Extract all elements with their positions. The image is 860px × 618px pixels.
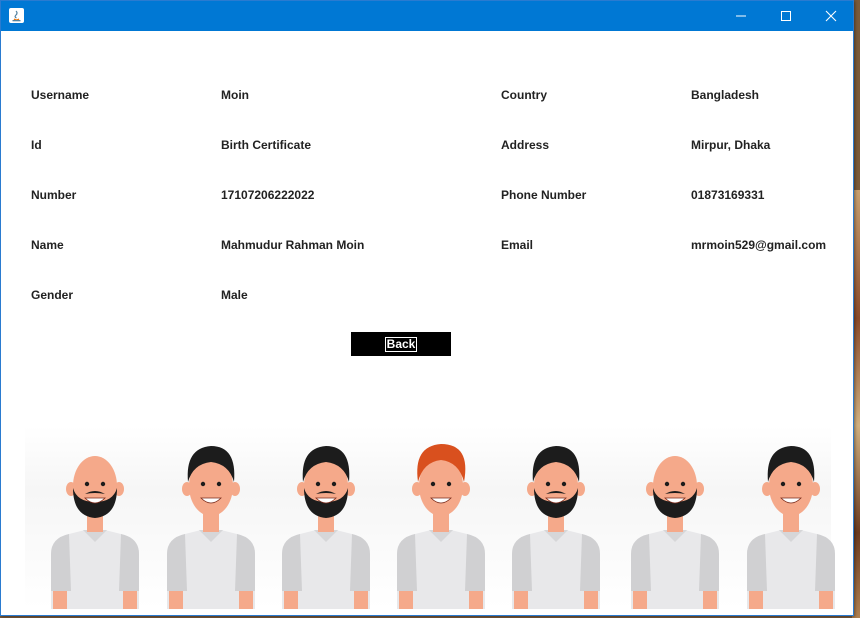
phone-number-value: 01873169331	[691, 188, 765, 202]
number-value: 17107206222022	[221, 188, 315, 202]
profile-content: Username Moin Id Birth Certificate Numbe…	[1, 31, 853, 615]
person-figure	[631, 456, 719, 609]
minimize-button[interactable]	[718, 1, 764, 31]
minimize-icon	[736, 15, 746, 17]
country-label: Country	[501, 88, 547, 102]
email-value: mrmoin529@gmail.com	[691, 238, 827, 252]
close-button[interactable]	[808, 1, 853, 31]
back-button[interactable]: Back	[351, 332, 451, 356]
number-label: Number	[31, 188, 77, 202]
person-figure	[397, 444, 485, 609]
people-illustration	[25, 426, 835, 609]
back-button-label: Back	[384, 336, 418, 352]
person-figure	[167, 446, 255, 609]
phone-number-label: Phone Number	[501, 188, 587, 202]
person-figure	[512, 446, 600, 609]
id-label: Id	[31, 138, 42, 152]
java-app-icon	[9, 8, 24, 23]
person-figure	[747, 446, 835, 609]
address-value: Mirpur, Dhaka	[691, 138, 771, 152]
person-figure	[51, 456, 139, 609]
maximize-button[interactable]	[763, 1, 809, 31]
gender-label: Gender	[31, 288, 74, 302]
name-value: Mahmudur Rahman Moin	[221, 238, 365, 252]
username-value: Moin	[221, 88, 249, 102]
maximize-icon	[781, 11, 791, 21]
name-label: Name	[31, 238, 64, 252]
country-value: Bangladesh	[691, 88, 760, 102]
profile-window: Username Moin Id Birth Certificate Numbe…	[0, 0, 854, 616]
person-figure	[282, 446, 370, 609]
title-bar	[1, 1, 853, 31]
address-label: Address	[501, 138, 550, 152]
username-label: Username	[31, 88, 90, 102]
close-icon	[825, 10, 837, 22]
gender-value: Male	[221, 288, 248, 302]
id-value: Birth Certificate	[221, 138, 312, 152]
email-label: Email	[501, 238, 534, 252]
